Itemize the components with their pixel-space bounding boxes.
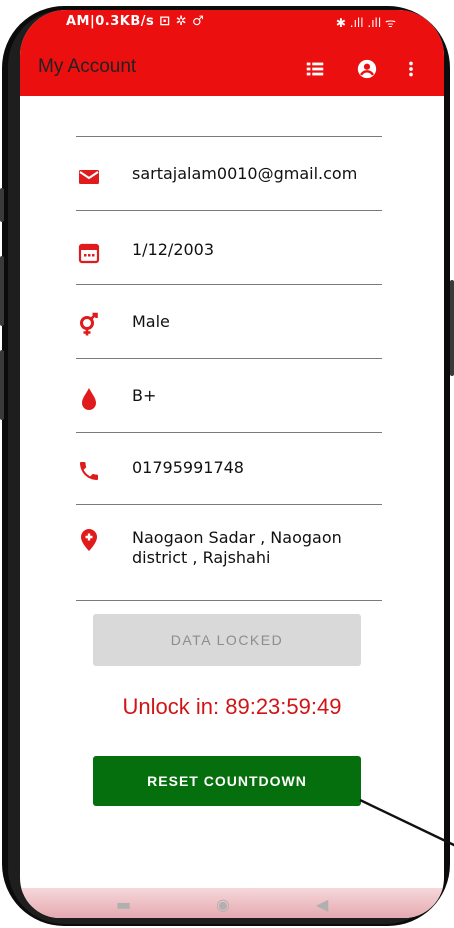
location-pin-icon bbox=[76, 528, 102, 554]
annotation-arrow-line bbox=[359, 798, 454, 847]
phone-screen: AM|0.3KB/s ⊡ ✲ ♂ ✱ .ıll .ıll ᯤ My Accoun… bbox=[20, 10, 444, 918]
phone-value: 01795991748 bbox=[132, 458, 244, 477]
side-button bbox=[450, 280, 454, 376]
recent-apps-icon[interactable]: ▬ bbox=[116, 895, 131, 914]
profile-row-address: Naogaon Sadar , Naogaon district , Rajsh… bbox=[76, 528, 396, 568]
address-value: Naogaon Sadar , Naogaon district , Rajsh… bbox=[132, 528, 342, 567]
side-button bbox=[0, 188, 4, 222]
side-button bbox=[0, 256, 4, 326]
profile-row-phone: 01795991748 bbox=[76, 458, 396, 484]
account-circle-icon[interactable] bbox=[356, 58, 378, 80]
reset-countdown-button[interactable]: RESET COUNTDOWN bbox=[93, 756, 361, 806]
phone-icon bbox=[76, 458, 102, 484]
more-vert-icon[interactable] bbox=[406, 58, 416, 80]
calendar-icon bbox=[76, 240, 102, 266]
divider bbox=[76, 504, 382, 505]
profile-row-blood-group: B+ bbox=[76, 386, 396, 412]
data-locked-button[interactable]: DATA LOCKED bbox=[93, 614, 361, 666]
side-button bbox=[0, 350, 4, 420]
divider bbox=[76, 210, 382, 211]
profile-row-birthdate: 1/12/2003 bbox=[76, 240, 396, 266]
profile-row-gender: Male bbox=[76, 312, 396, 338]
blood-group-value: B+ bbox=[132, 386, 157, 405]
bottom-bezel-reflection bbox=[20, 888, 444, 918]
unlock-countdown: Unlock in: 89:23:59:49 bbox=[122, 694, 342, 719]
list-icon[interactable] bbox=[304, 58, 326, 80]
home-icon[interactable]: ◉ bbox=[216, 895, 230, 914]
divider bbox=[76, 284, 382, 285]
blood-drop-icon bbox=[76, 386, 102, 412]
divider bbox=[76, 358, 382, 359]
status-bar-left: AM|0.3KB/s ⊡ ✲ ♂ bbox=[66, 14, 205, 29]
status-bar-right: ✱ .ıll .ıll ᯤ bbox=[335, 16, 396, 30]
birthdate-value: 1/12/2003 bbox=[132, 240, 215, 259]
app-bar: AM|0.3KB/s ⊡ ✲ ♂ ✱ .ıll .ıll ᯤ My Accoun… bbox=[20, 10, 444, 96]
divider bbox=[76, 600, 382, 601]
email-value: sartajalam0010@gmail.com bbox=[132, 164, 358, 183]
gender-value: Male bbox=[132, 312, 170, 331]
page-title: My Account bbox=[38, 56, 137, 77]
email-icon bbox=[76, 164, 102, 190]
divider bbox=[76, 136, 382, 137]
divider bbox=[76, 432, 382, 433]
gender-icon bbox=[76, 312, 102, 338]
profile-row-email: sartajalam0010@gmail.com bbox=[76, 164, 396, 190]
back-icon[interactable]: ◀ bbox=[316, 895, 328, 914]
